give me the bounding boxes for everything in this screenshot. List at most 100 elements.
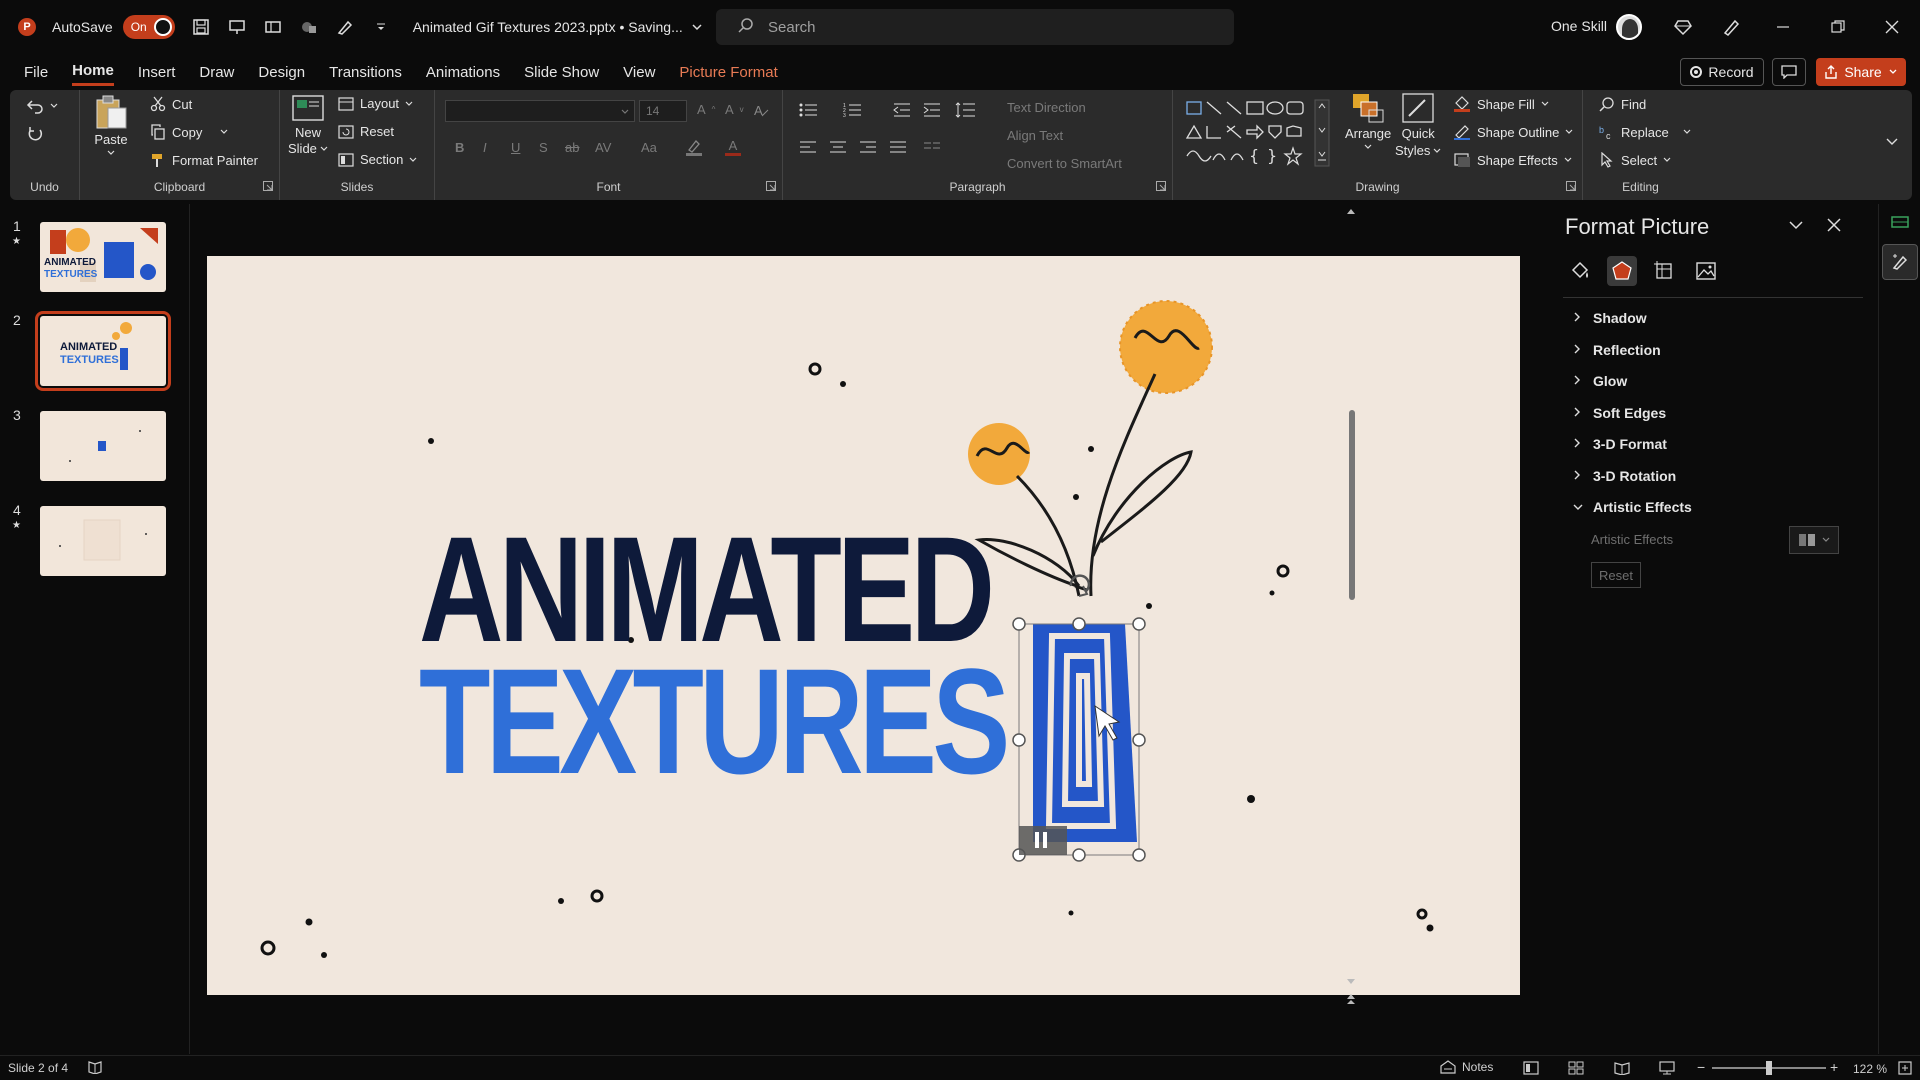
share-button[interactable]: Share [1816,58,1906,86]
highlight-icon[interactable] [685,138,703,156]
normal-view-icon[interactable] [1523,1061,1539,1078]
avatar[interactable] [1616,14,1642,40]
bullets-icon[interactable] [799,102,819,118]
comments-button[interactable] [1772,58,1806,86]
section-button[interactable]: Section [338,152,417,167]
close-icon[interactable] [1881,16,1903,38]
align-center-icon[interactable] [829,140,847,154]
shapes-icon[interactable] [299,17,319,37]
convert-smartart-button[interactable]: Convert to SmartArt [1007,156,1122,171]
reset-button[interactable]: Reset [338,124,394,139]
zoom-level[interactable]: 122 % [1853,1062,1887,1076]
text-direction-button[interactable]: Text Direction [1007,100,1086,115]
shapes-gallery[interactable]: { } [1185,98,1335,168]
customize-qat-icon[interactable] [371,17,391,37]
quick-styles-button[interactable]: Quick Styles [1395,92,1441,158]
find-button[interactable]: Find [1599,96,1646,112]
dialog-launcher-icon[interactable] [263,181,273,194]
section-soft-edges[interactable]: Soft Edges [1573,405,1666,421]
section-glow[interactable]: Glow [1573,373,1627,389]
fill-line-tab-icon[interactable] [1565,256,1595,286]
tab-insert[interactable]: Insert [138,60,176,85]
increase-font-button[interactable]: A ^ [697,102,715,117]
save-icon[interactable] [191,17,211,37]
clear-formatting-icon[interactable]: A [753,102,769,118]
copy-button[interactable]: Copy [150,124,228,140]
change-case-button[interactable]: Aa [641,140,657,155]
tab-design[interactable]: Design [258,60,305,85]
tab-animations[interactable]: Animations [426,60,500,85]
decrease-indent-icon[interactable] [893,102,911,118]
accessibility-icon[interactable] [88,1060,102,1077]
shape-outline-button[interactable]: Shape Outline [1453,124,1573,140]
paste-button[interactable]: Paste [94,94,128,157]
restore-icon[interactable] [1827,16,1849,38]
format-painter-button[interactable]: Format Painter [150,152,258,168]
dialog-launcher-icon[interactable] [1156,181,1166,194]
present-from-start-icon[interactable] [227,17,247,37]
cut-button[interactable]: Cut [150,96,192,112]
tab-view[interactable]: View [623,60,655,85]
picture-tab-icon[interactable] [1691,256,1721,286]
user-name[interactable]: One Skill [1551,18,1607,34]
increase-indent-icon[interactable] [923,102,941,118]
layout-icon[interactable] [263,17,283,37]
tab-picture-format[interactable]: Picture Format [679,60,777,85]
draw-icon[interactable] [335,17,355,37]
reading-view-icon[interactable] [1614,1061,1630,1078]
redo-button[interactable] [26,126,44,144]
align-text-button[interactable]: Align Text [1007,128,1063,143]
slide-sorter-icon[interactable] [1568,1061,1584,1078]
tab-slide-show[interactable]: Slide Show [524,60,599,85]
artistic-effects-reset-button[interactable]: Reset [1591,562,1641,588]
undo-button[interactable] [26,98,58,114]
new-slide-button[interactable]: New Slide [288,94,328,156]
minimize-icon[interactable] [1772,16,1794,38]
effects-tab-icon[interactable] [1607,256,1637,286]
notes-button[interactable]: Notes [1440,1060,1493,1074]
search-box[interactable]: Search [716,9,1234,45]
slide-show-icon[interactable] [1659,1061,1675,1078]
bold-button[interactable]: B [455,140,464,155]
section-3d-format[interactable]: 3-D Format [1573,436,1667,452]
slide-thumbnail-4[interactable] [40,506,166,576]
slide-thumbnail-3[interactable] [40,411,166,481]
dialog-launcher-icon[interactable] [1566,181,1576,194]
designer-icon[interactable] [1891,214,1909,233]
zoom-slider-thumb[interactable] [1766,1061,1772,1075]
layout-button[interactable]: Layout [338,96,413,111]
fit-to-window-icon[interactable] [1898,1061,1912,1078]
size-properties-tab-icon[interactable] [1649,256,1679,286]
section-reflection[interactable]: Reflection [1573,342,1661,358]
justify-icon[interactable] [889,140,907,154]
text-shadow-button[interactable]: S [539,140,548,155]
pane-options-chevron-icon[interactable] [1789,220,1803,230]
character-spacing-button[interactable]: AV [595,140,611,155]
section-shadow[interactable]: Shadow [1573,310,1647,326]
vertical-scrollbar[interactable] [1344,204,1358,1004]
font-name-dropdown[interactable] [445,100,635,122]
zoom-out-button[interactable]: − [1697,1059,1705,1075]
autosave-toggle[interactable]: On [122,15,175,39]
document-title[interactable]: Animated Gif Textures 2023.pptx • Saving… [413,19,703,35]
line-spacing-icon[interactable] [955,102,977,118]
record-button[interactable]: Record [1680,58,1764,86]
numbering-icon[interactable]: 123 [843,102,863,118]
pen-icon[interactable] [1720,16,1742,38]
artistic-effects-dropdown[interactable] [1789,526,1839,554]
align-left-icon[interactable] [799,140,817,154]
diamond-premium-icon[interactable] [1672,16,1694,38]
collapse-ribbon-icon[interactable] [1886,138,1898,146]
tab-home[interactable]: Home [72,58,114,86]
font-size-dropdown[interactable]: 14 [639,100,687,122]
decrease-font-button[interactable]: Av [725,102,744,117]
underline-button[interactable]: U [511,140,520,155]
section-3d-rotation[interactable]: 3-D Rotation [1573,468,1676,484]
slide-thumbnail-1[interactable]: ANIMATED TEXTURES [40,222,166,292]
arrange-button[interactable]: Arrange [1345,92,1391,151]
font-color-button[interactable]: A [725,138,741,156]
zoom-in-button[interactable]: + [1830,1059,1838,1075]
columns-icon[interactable] [923,140,941,154]
select-button[interactable]: Select [1599,152,1671,168]
scrollbar-thumb[interactable] [1349,410,1355,600]
